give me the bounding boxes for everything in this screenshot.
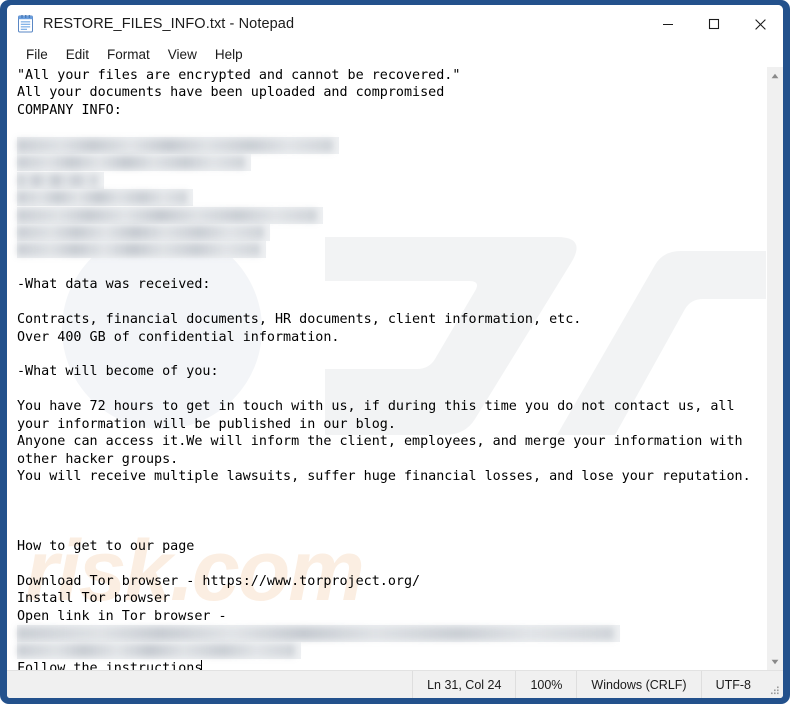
menu-item-file[interactable]: File	[17, 45, 57, 65]
redacted-line	[17, 642, 766, 660]
redacted-line-blur	[17, 138, 333, 152]
redacted-line	[17, 223, 766, 241]
status-line-ending[interactable]: Windows (CRLF)	[576, 670, 700, 698]
redacted-line-blur	[17, 225, 264, 239]
text-content[interactable]: "All your files are encrypted and cannot…	[7, 67, 766, 670]
redacted-line	[17, 154, 766, 172]
resize-grip[interactable]	[765, 671, 783, 699]
maximize-button[interactable]	[691, 5, 737, 43]
menu-item-help[interactable]: Help	[206, 45, 252, 65]
redacted-line	[17, 241, 766, 259]
text-line	[17, 294, 766, 311]
redacted-line-blur	[17, 191, 187, 205]
text-line	[17, 503, 766, 520]
minimize-button[interactable]	[645, 5, 691, 43]
scroll-down-arrow[interactable]	[767, 653, 783, 670]
chevron-down-icon	[771, 659, 779, 664]
status-cursor-position: Ln 31, Col 24	[412, 670, 515, 698]
text-line	[17, 346, 766, 363]
redacted-line-blur	[17, 173, 98, 187]
text-line: All your documents have been uploaded an…	[17, 85, 445, 101]
title-bar[interactable]: RESTORE_FILES_INFO.txt - Notepad	[7, 5, 783, 43]
text-line: Over 400 GB of confidential information.	[17, 329, 340, 345]
text-line: "All your files are encrypted and cannot…	[17, 68, 461, 83]
scroll-up-arrow[interactable]	[767, 67, 783, 84]
window-title: RESTORE_FILES_INFO.txt - Notepad	[43, 16, 295, 32]
text-line	[17, 555, 766, 572]
status-zoom-level[interactable]: 100%	[515, 670, 576, 698]
menu-item-format[interactable]: Format	[98, 45, 159, 65]
text-line: -What data was received:	[17, 277, 211, 293]
minimize-icon	[663, 23, 673, 26]
text-line: Install Tor browser	[17, 591, 171, 607]
editor-area: risk.com "All your files are encrypted a…	[7, 67, 783, 670]
text-line: How to get to our page	[17, 538, 195, 554]
text-line: your information will be published in ou…	[17, 416, 396, 432]
redacted-line-blur	[17, 627, 614, 640]
redacted-line	[17, 136, 766, 154]
text-line: You have 72 hours to get in touch with u…	[17, 399, 735, 415]
window-client-area: RESTORE_FILES_INFO.txt - Notepad File Ed…	[7, 5, 783, 698]
text-line	[17, 520, 766, 537]
text-line: Follow the instructions	[17, 659, 766, 670]
text-line: COMPANY INFO:	[17, 102, 122, 118]
menu-item-view[interactable]: View	[159, 45, 206, 65]
text-line	[17, 381, 766, 398]
redacted-line-blur	[17, 208, 317, 222]
menu-item-edit[interactable]: Edit	[57, 45, 98, 65]
notepad-window: RESTORE_FILES_INFO.txt - Notepad File Ed…	[0, 0, 790, 704]
text-line: Contracts, financial documents, HR docum…	[17, 312, 582, 328]
redacted-line	[17, 171, 766, 189]
text-line: other hacker groups.	[17, 451, 179, 467]
scrollbar-thumb[interactable]	[768, 84, 782, 644]
text-line	[17, 119, 766, 136]
text-line	[17, 486, 766, 503]
text-line: Download Tor browser - https://www.torpr…	[17, 573, 421, 589]
status-encoding[interactable]: UTF-8	[700, 670, 765, 698]
vertical-scrollbar[interactable]	[766, 67, 783, 670]
text-line: -What will become of you:	[17, 364, 219, 380]
close-button[interactable]	[737, 5, 783, 43]
text-line: You will receive multiple lawsuits, suff…	[17, 469, 751, 485]
text-line: Open link in Tor browser -	[17, 608, 227, 624]
text-line	[17, 259, 766, 276]
redacted-line	[17, 625, 766, 642]
redacted-line	[17, 206, 766, 224]
resize-grip-icon	[771, 686, 779, 694]
redacted-line	[17, 189, 766, 207]
redacted-line-blur	[17, 243, 260, 257]
menu-bar: File Edit Format View Help	[7, 43, 783, 67]
text-line: Anyone can access it.We will inform the …	[17, 434, 743, 450]
redacted-line-blur	[17, 644, 295, 658]
notepad-icon	[17, 15, 34, 33]
title-bar-left: RESTORE_FILES_INFO.txt - Notepad	[7, 15, 645, 33]
text-caret	[201, 659, 203, 670]
chevron-up-icon	[771, 73, 779, 78]
maximize-icon	[708, 18, 720, 30]
status-bar: Ln 31, Col 24 100% Windows (CRLF) UTF-8	[7, 670, 783, 698]
close-icon	[754, 18, 766, 30]
redacted-line-blur	[17, 156, 245, 170]
